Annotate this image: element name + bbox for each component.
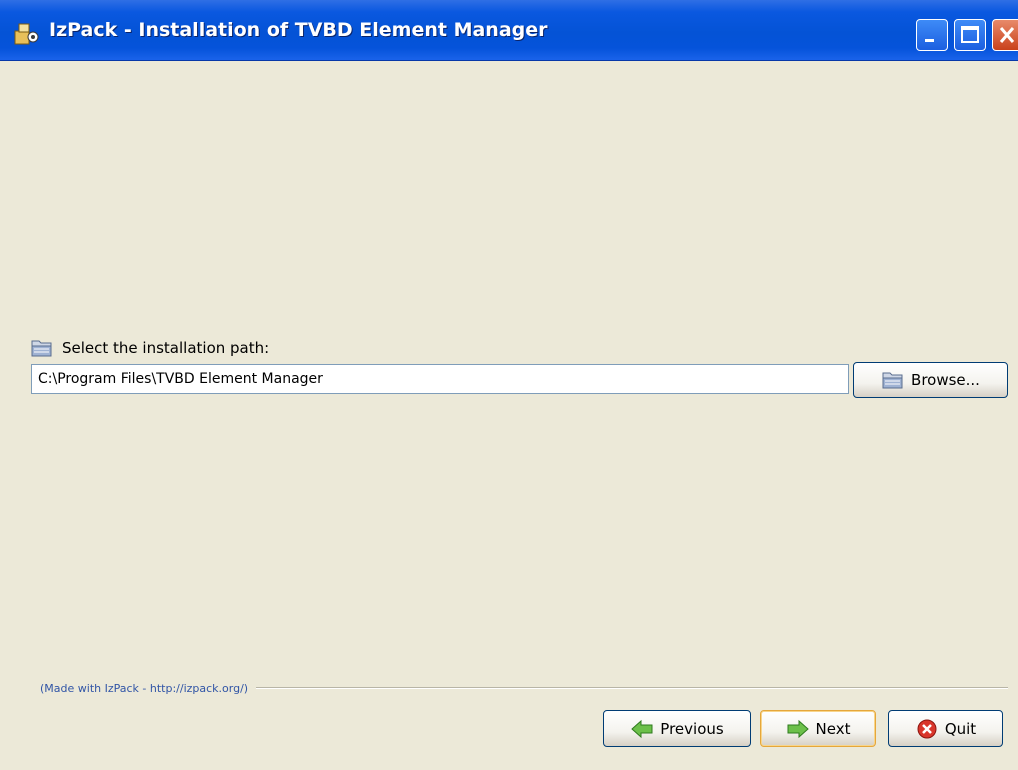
arrow-left-icon bbox=[631, 719, 653, 738]
footer: (Made with IzPack - http://izpack.org/) bbox=[40, 680, 1008, 696]
maximize-icon bbox=[961, 26, 979, 43]
minimize-button[interactable] bbox=[916, 19, 948, 51]
izpack-app-icon bbox=[14, 23, 39, 45]
folder-icon bbox=[882, 372, 903, 389]
next-button-label: Next bbox=[815, 719, 851, 738]
minimize-icon bbox=[925, 39, 934, 42]
close-icon bbox=[999, 27, 1015, 43]
maximize-button[interactable] bbox=[954, 19, 986, 51]
title-bar[interactable]: IzPack - Installation of TVBD Element Ma… bbox=[0, 0, 1018, 61]
browse-button[interactable]: Browse... bbox=[853, 362, 1008, 398]
install-path-label: Select the installation path: bbox=[62, 339, 270, 357]
quit-button[interactable]: Quit bbox=[888, 710, 1003, 747]
previous-button-label: Previous bbox=[660, 719, 724, 738]
folder-icon bbox=[31, 340, 52, 357]
window-title: IzPack - Installation of TVBD Element Ma… bbox=[49, 19, 548, 41]
browse-button-label: Browse... bbox=[911, 371, 980, 389]
quit-icon bbox=[917, 719, 937, 738]
quit-button-label: Quit bbox=[944, 719, 977, 738]
footer-divider bbox=[256, 687, 1008, 689]
made-with-izpack-text: (Made with IzPack - http://izpack.org/) bbox=[40, 681, 249, 695]
install-path-label-row: Select the installation path: bbox=[30, 336, 269, 360]
next-button[interactable]: Next bbox=[760, 710, 876, 747]
arrow-right-icon bbox=[787, 719, 809, 738]
install-path-input[interactable] bbox=[31, 364, 849, 394]
previous-button[interactable]: Previous bbox=[603, 710, 751, 747]
close-button[interactable] bbox=[992, 19, 1018, 51]
